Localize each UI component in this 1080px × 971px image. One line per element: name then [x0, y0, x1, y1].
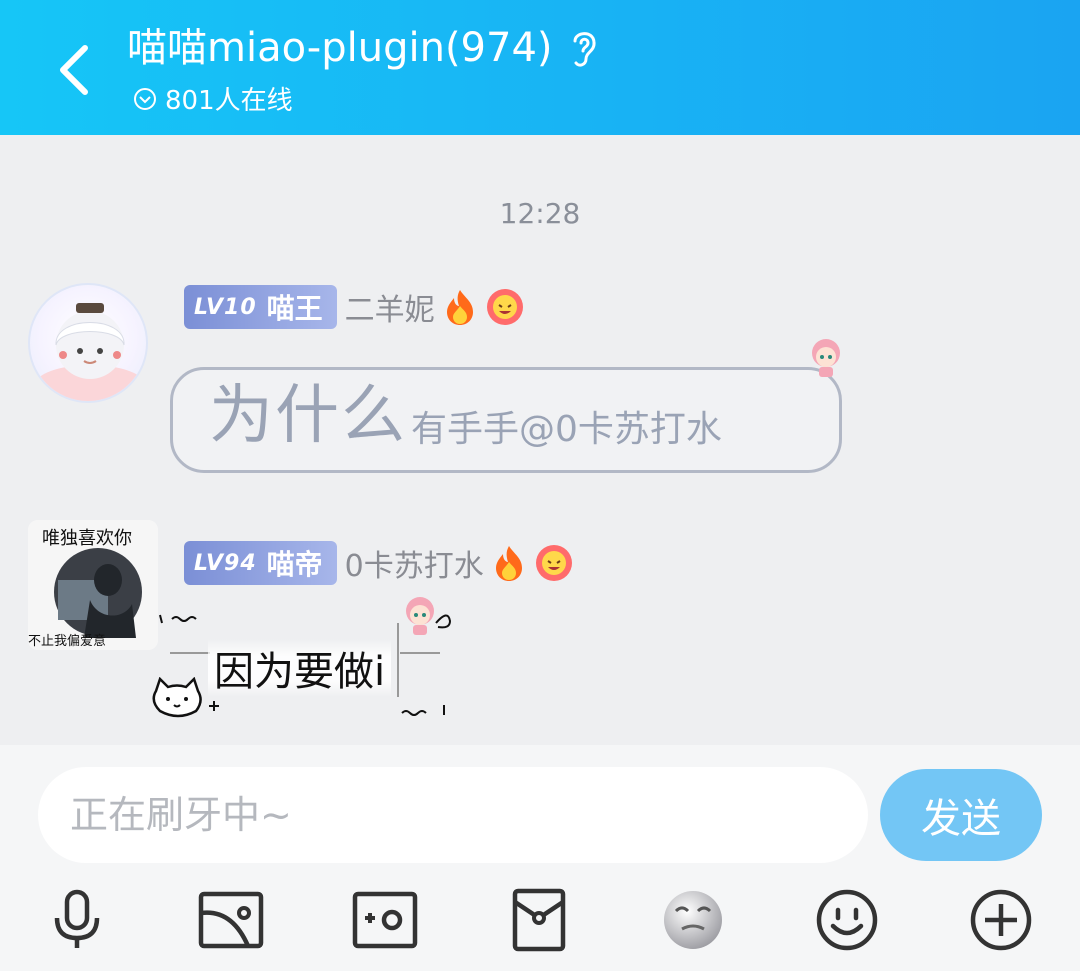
plus-icon[interactable]	[966, 885, 1036, 955]
avatar-caption-bottom: 不止我偏爱意	[28, 634, 107, 649]
emoji-icon[interactable]	[812, 885, 882, 955]
message-bubble[interactable]: 为什么 有手手@0卡苏打水	[170, 367, 842, 473]
sticker-icon[interactable]	[658, 885, 728, 955]
flame-icon	[492, 544, 526, 582]
avatar[interactable]: 唯独喜欢你 不止我偏爱意	[28, 520, 158, 650]
online-count: 801人在线	[165, 86, 293, 116]
flower-smile-icon	[534, 543, 574, 583]
back-button[interactable]	[40, 30, 110, 110]
message-text-large: 为什么	[209, 379, 407, 453]
cat-face-icon	[150, 676, 226, 725]
chevron-down-circle-icon	[133, 87, 157, 111]
sender-name[interactable]: 0卡苏打水	[345, 541, 484, 585]
message-text: 因为要做i	[208, 639, 392, 697]
chat-header: 喵喵miao-plugin(974) 801人在线	[0, 0, 1080, 135]
member-level-badge[interactable]: LV10 喵王	[184, 285, 337, 329]
sender-name[interactable]: 二羊妮	[345, 285, 435, 329]
group-title-row: 喵喵miao-plugin(974)	[127, 22, 599, 74]
avatar-caption-top: 唯独喜欢你	[42, 528, 132, 549]
sender-row: LV10 喵王 二羊妮	[184, 285, 525, 329]
member-title: 喵帝	[266, 548, 323, 581]
online-count-row[interactable]: 801人在线	[133, 80, 599, 117]
flame-icon	[443, 288, 477, 326]
message-timestamp: 12:28	[499, 197, 581, 230]
image-icon[interactable]	[196, 885, 266, 955]
member-title: 喵王	[266, 292, 323, 325]
chevron-left-icon	[60, 45, 88, 95]
bubble-decoration-icon	[806, 335, 846, 385]
composer-bar: 发送	[0, 745, 1080, 971]
message-text-small: 有手手@0卡苏打水	[411, 409, 722, 450]
ear-icon[interactable]	[569, 27, 599, 69]
flower-smile-icon	[485, 287, 525, 327]
group-title-area[interactable]: 喵喵miao-plugin(974) 801人在线	[127, 22, 599, 117]
member-level-badge[interactable]: LV94 喵帝	[184, 541, 337, 585]
red-packet-icon[interactable]	[504, 885, 574, 955]
sender-row: LV94 喵帝 0卡苏打水	[184, 541, 574, 585]
composer-toolbar	[0, 885, 1080, 955]
send-button[interactable]: 发送	[880, 769, 1042, 861]
avatar[interactable]	[28, 283, 148, 403]
bubble-decoration-icon	[400, 593, 454, 645]
camera-icon[interactable]	[350, 885, 420, 955]
microphone-icon[interactable]	[42, 885, 112, 955]
level-label: LV10	[194, 294, 257, 320]
level-label: LV94	[194, 550, 257, 576]
group-title: 喵喵miao-plugin(974)	[127, 25, 553, 71]
message-input[interactable]	[38, 767, 868, 863]
chat-area[interactable]: 12:28 LV10 喵王 二羊妮 为什么 有手手@0卡苏打水 唯独喜欢你 不止…	[0, 135, 1080, 745]
